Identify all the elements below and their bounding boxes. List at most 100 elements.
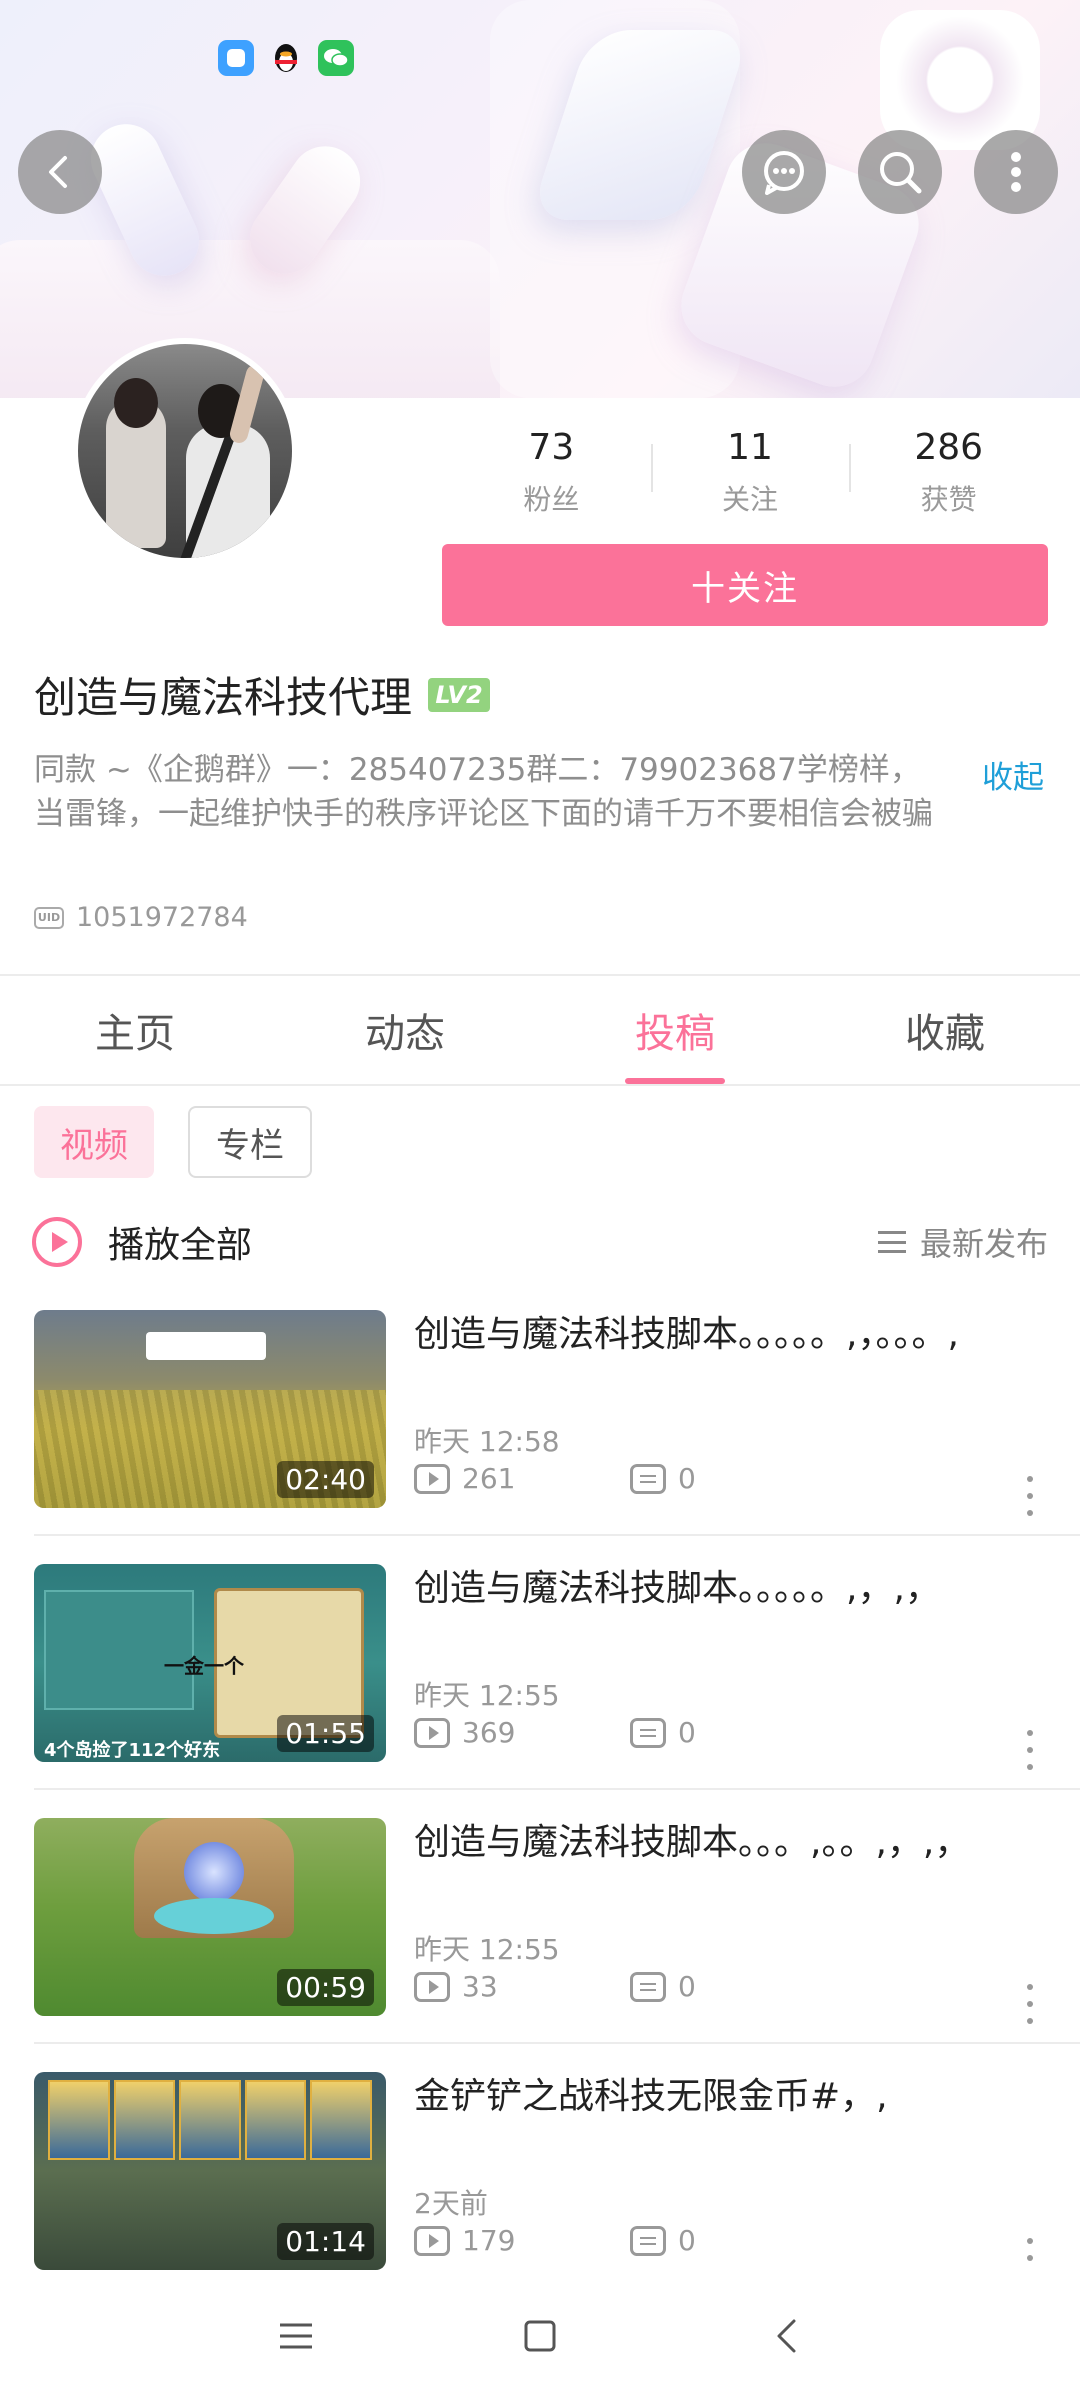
followers-label: 粉丝 (523, 483, 580, 516)
video-title[interactable]: 创造与魔法科技脚本。。。。。,，,， (414, 1564, 1054, 1614)
video-more-icon[interactable] (1020, 1476, 1040, 1516)
video-duration: 01:14 (277, 2223, 374, 2260)
search-button[interactable] (858, 130, 942, 214)
back-button[interactable] (18, 130, 102, 214)
search-icon (880, 152, 922, 194)
bio-text: 同款 ~《企鹅群》一：285407235群二：799023687学榜样，当雷锋，… (34, 752, 933, 832)
video-title[interactable]: 金铲铲之战科技无限金币#，, (414, 2072, 1054, 2122)
comment-count: 0 (678, 1970, 696, 2003)
comment-count: 0 (678, 2224, 696, 2257)
divider (34, 1534, 1080, 1536)
followers-stat[interactable]: 73 粉丝 (452, 424, 651, 524)
video-thumbnail[interactable]: 01:14 (34, 2072, 386, 2270)
divider (34, 1788, 1080, 1790)
level-badge: LV2 (428, 677, 491, 712)
collapse-link[interactable]: 收起 (982, 752, 1044, 797)
vertical-dots-icon (1011, 152, 1021, 192)
video-comments: 0 (630, 1970, 696, 2003)
video-time: 昨天 12:58 (414, 1425, 560, 1458)
video-time: 昨天 12:55 (414, 1679, 560, 1712)
video-more-icon[interactable] (1020, 1730, 1040, 1770)
video-views: 261 (414, 1462, 515, 1495)
profile-tabs: 主页 动态 投稿 收藏 (0, 976, 1080, 1084)
avatar[interactable] (72, 338, 298, 564)
view-count: 179 (462, 2224, 516, 2257)
video-thumbnail[interactable]: 一金一个 4个岛捡了112个好东 01:55 (34, 1564, 386, 1762)
status-bar (0, 40, 1080, 84)
chip-column[interactable]: 专栏 (188, 1106, 312, 1178)
video-views: 369 (414, 1716, 515, 1749)
video-more-icon[interactable] (1020, 1984, 1040, 2024)
comment-icon (630, 1463, 666, 1494)
video-item[interactable]: 00:59 创造与魔法科技脚本。。。,。。,，,， 昨天 12:55 33 0 (0, 1818, 1080, 2072)
video-views: 179 (414, 2224, 515, 2257)
video-duration: 00:59 (277, 1969, 374, 2006)
following-stat[interactable]: 11 关注 (650, 424, 850, 524)
likes-stat: 286 获赞 (849, 424, 1048, 524)
wechat-icon (318, 40, 354, 76)
play-count-icon (414, 1717, 450, 1748)
profile-banner (0, 0, 1080, 398)
view-count: 33 (462, 1970, 498, 2003)
video-item[interactable]: 02:40 创造与魔法科技脚本。。。。。,，。。。, 昨天 12:58 261 … (0, 1310, 1080, 1564)
back-triangle-icon[interactable] (756, 2308, 816, 2364)
video-item[interactable]: 一金一个 4个岛捡了112个好东 01:55 创造与魔法科技脚本。。。。。,，,… (0, 1564, 1080, 1818)
video-comments: 0 (630, 2224, 696, 2257)
system-navigation-bar (0, 2270, 1080, 2400)
divider (0, 1084, 1080, 1086)
comment-icon (630, 2225, 666, 2256)
likes-label: 获赞 (920, 483, 977, 516)
qq-penguin-icon (268, 40, 304, 76)
avatar-photo (78, 344, 292, 558)
tab-dynamics[interactable]: 动态 (270, 976, 540, 1084)
video-title[interactable]: 创造与魔法科技脚本。。。,。。,，,， (414, 1818, 1054, 1868)
chip-video[interactable]: 视频 (34, 1106, 154, 1178)
chat-bubble-icon (764, 151, 804, 195)
follow-button[interactable]: 十关注 (442, 544, 1048, 626)
list-icon (877, 1231, 906, 1253)
tab-home[interactable]: 主页 (0, 976, 270, 1084)
comment-count: 0 (678, 1716, 696, 1749)
divider (34, 2042, 1080, 2044)
following-label: 关注 (722, 483, 779, 516)
video-duration: 02:40 (277, 1461, 374, 1498)
video-comments: 0 (630, 1716, 696, 1749)
menu-icon[interactable] (266, 2308, 326, 2364)
view-count: 369 (462, 1716, 516, 1749)
chevron-left-icon (49, 156, 67, 188)
content-type-chips: 视频 专栏 (34, 1106, 312, 1178)
video-title[interactable]: 创造与魔法科技脚本。。。。。,，。。。, (414, 1310, 1054, 1360)
play-count-icon (414, 2225, 450, 2256)
tab-submissions[interactable]: 投稿 (540, 976, 810, 1084)
video-views: 33 (414, 1970, 498, 2003)
uid-icon: UID (34, 906, 64, 929)
profile-stats: 73 粉丝 11 关注 286 获赞 (452, 424, 1048, 524)
message-button[interactable] (742, 130, 826, 214)
play-count-icon (414, 1463, 450, 1494)
video-time: 2天前 (414, 2187, 488, 2220)
likes-count: 286 (914, 427, 984, 468)
comment-icon (630, 1717, 666, 1748)
uid-value: 1051972784 (76, 902, 248, 933)
following-count: 11 (727, 427, 773, 468)
sort-button[interactable]: 最新发布 (877, 1219, 1048, 1265)
video-thumbnail[interactable]: 02:40 (34, 1310, 386, 1508)
play-all-label[interactable]: 播放全部 (108, 1216, 252, 1268)
video-time: 昨天 12:55 (414, 1933, 560, 1966)
sort-label: 最新发布 (919, 1225, 1048, 1263)
username: 创造与魔法科技代理 (34, 673, 413, 722)
uid-row: UID 1051972784 (34, 902, 248, 933)
followers-count: 73 (528, 427, 575, 468)
username-row: 创造与魔法科技代理 LV2 (34, 664, 491, 725)
view-count: 261 (462, 1462, 516, 1495)
home-square-icon[interactable] (510, 2308, 570, 2364)
video-thumbnail[interactable]: 00:59 (34, 1818, 386, 2016)
more-options-button[interactable] (974, 130, 1058, 214)
tab-favorites[interactable]: 收藏 (810, 976, 1080, 1084)
video-comments: 0 (630, 1462, 696, 1495)
play-circle-icon[interactable] (32, 1217, 82, 1267)
play-all-row: 播放全部 最新发布 (32, 1216, 1048, 1268)
comment-icon (630, 1971, 666, 2002)
play-count-icon (414, 1971, 450, 2002)
messenger-app-icon (218, 40, 254, 76)
